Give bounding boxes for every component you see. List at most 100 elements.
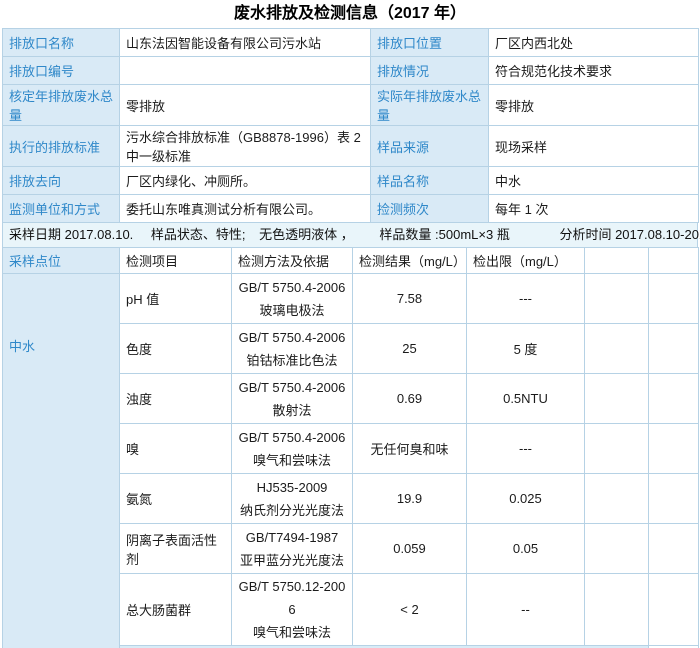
method-standard: GB/T 5750.12-2006 [238,575,346,621]
sample-quantity: 样品数量 :500mL×3 瓶 [379,224,509,246]
sample-state-label: 样品状态、特性; [151,224,246,246]
info-value: 山东法因智能设备有限公司污水站 [120,29,371,57]
method-name: 嗅气和尝味法 [238,621,346,644]
method-cell: GB/T 5750.4-2006 铂钴标准比色法 [232,324,353,374]
method-cell: GB/T 5750.4-2006 嗅气和尝味法 [232,424,353,474]
table-row: 执行的排放标准 污水综合排放标准（GB8878-1996）表 2 中一级标准 样… [3,126,699,167]
empty-cell [649,374,699,424]
table-row: 排放口名称 山东法因智能设备有限公司污水站 排放口位置 厂区内西北处 [3,29,699,57]
result-cell: 0.69 [353,374,467,424]
limit-cell: --- [467,424,585,474]
method-name: 散射法 [238,399,346,422]
info-value: 中水 [489,167,699,195]
empty-cell [585,574,649,646]
method-standard: GB/T 5750.4-2006 [238,376,346,399]
empty-cell [649,274,699,324]
method-cell: HJ535-2009 纳氏剂分光光度法 [232,474,353,524]
limit-cell: 0.05 [467,524,585,574]
method-name: 嗅气和尝味法 [238,449,346,472]
info-label: 样品来源 [371,126,489,167]
limit-cell: --- [467,274,585,324]
info-value: 现场采样 [489,126,699,167]
info-value: 零排放 [120,85,371,126]
info-value: 厂区内绿化、冲厕所。 [120,167,371,195]
column-header-limit: 检出限（mg/L） [467,248,585,274]
limit-cell: 5 度 [467,324,585,374]
column-header-result: 检测结果（mg/L） [353,248,467,274]
method-name: 玻璃电极法 [238,299,346,322]
empty-cell [649,474,699,524]
item-cell: 色度 [120,324,232,374]
empty-cell [585,424,649,474]
method-standard: HJ535-2009 [238,476,346,499]
item-cell: pH 值 [120,274,232,324]
info-value [120,57,371,85]
result-cell: 无任何臭和味 [353,424,467,474]
empty-cell [585,324,649,374]
empty-cell [649,324,699,374]
empty-cell [585,524,649,574]
method-standard: GB/T 5750.4-2006 [238,426,346,449]
info-value: 符合规范化技术要求 [489,57,699,85]
result-cell: < 2 [353,574,467,646]
info-label: 样品名称 [371,167,489,195]
result-cell: 25 [353,324,467,374]
empty-cell [649,574,699,646]
limit-cell: 0.5NTU [467,374,585,424]
table-row: 中水 pH 值 GB/T 5750.4-2006 玻璃电极法 7.58 --- [3,274,699,324]
result-cell: 0.059 [353,524,467,574]
info-value: 污水综合排放标准（GB8878-1996）表 2 中一级标准 [120,126,371,167]
method-cell: GB/T 5750.4-2006 玻璃电极法 [232,274,353,324]
info-value: 每年 1 次 [489,195,699,223]
info-label: 排放去向 [3,167,120,195]
info-label: 实际年排放废水总量 [371,85,489,126]
sample-summary-band: 采样日期 2017.08.10. 样品状态、特性; 无色透明液体 ， 样品数量 … [2,223,698,247]
item-cell: 阴离子表面活性剂 [120,524,232,574]
method-name: 铂钴标准比色法 [238,349,346,372]
info-value: 零排放 [489,85,699,126]
method-standard: GB/T 5750.4-2006 [238,326,346,349]
method-name: 亚甲蓝分光光度法 [238,549,346,572]
empty-cell [585,474,649,524]
table-row: 核定年排放废水总量 零排放 实际年排放废水总量 零排放 [3,85,699,126]
limit-cell: -- [467,574,585,646]
sample-date: 采样日期 2017.08.10. [9,224,133,246]
info-label: 监测单位和方式 [3,195,120,223]
table-row: 排放口编号 排放情况 符合规范化技术要求 [3,57,699,85]
table-row: 监测单位和方式 委托山东唯真测试分析有限公司。 捡测频次 每年 1 次 [3,195,699,223]
info-label: 排放口名称 [3,29,120,57]
limit-cell: 0.025 [467,474,585,524]
info-label: 捡测频次 [371,195,489,223]
detection-header-row: 采样点位 检测项目 检测方法及依据 检测结果（mg/L） 检出限（mg/L） [3,248,699,274]
item-cell: 氨氮 [120,474,232,524]
column-header-sampling-point: 采样点位 [3,248,120,274]
analysis-time: 分析时间 2017.08.10-2017.08.12 [559,224,700,246]
info-value: 厂区内西北处 [489,29,699,57]
detection-table: 采样点位 检测项目 检测方法及依据 检测结果（mg/L） 检出限（mg/L） 中… [2,247,699,648]
page-title: 废水排放及检测信息（2017 年） [0,0,700,28]
column-header-item: 检测项目 [120,248,232,274]
column-header-method: 检测方法及依据 [232,248,353,274]
empty-cell [649,424,699,474]
table-row: 排放去向 厂区内绿化、冲厕所。 样品名称 中水 [3,167,699,195]
empty-header-cell [649,248,699,274]
method-standard: GB/T 5750.4-2006 [238,276,346,299]
empty-cell [649,524,699,574]
wastewater-report-page: 废水排放及检测信息（2017 年） 排放口名称 山东法因智能设备有限公司污水站 … [0,0,700,648]
discharge-info-table: 排放口名称 山东法因智能设备有限公司污水站 排放口位置 厂区内西北处 排放口编号… [2,28,699,223]
info-value: 委托山东唯真测试分析有限公司。 [120,195,371,223]
empty-cell [585,374,649,424]
item-cell: 总大肠菌群 [120,574,232,646]
sampling-point-value: 中水 [3,274,120,648]
info-label: 排放口位置 [371,29,489,57]
method-name: 纳氏剂分光光度法 [238,499,346,522]
item-cell: 浊度 [120,374,232,424]
result-cell: 7.58 [353,274,467,324]
result-cell: 19.9 [353,474,467,524]
item-cell: 嗅 [120,424,232,474]
info-label: 核定年排放废水总量 [3,85,120,126]
method-standard: GB/T7494-1987 [238,526,346,549]
sample-state-value: 无色透明液体 ， [259,224,354,246]
method-cell: GB/T7494-1987 亚甲蓝分光光度法 [232,524,353,574]
method-cell: GB/T 5750.12-2006 嗅气和尝味法 [232,574,353,646]
